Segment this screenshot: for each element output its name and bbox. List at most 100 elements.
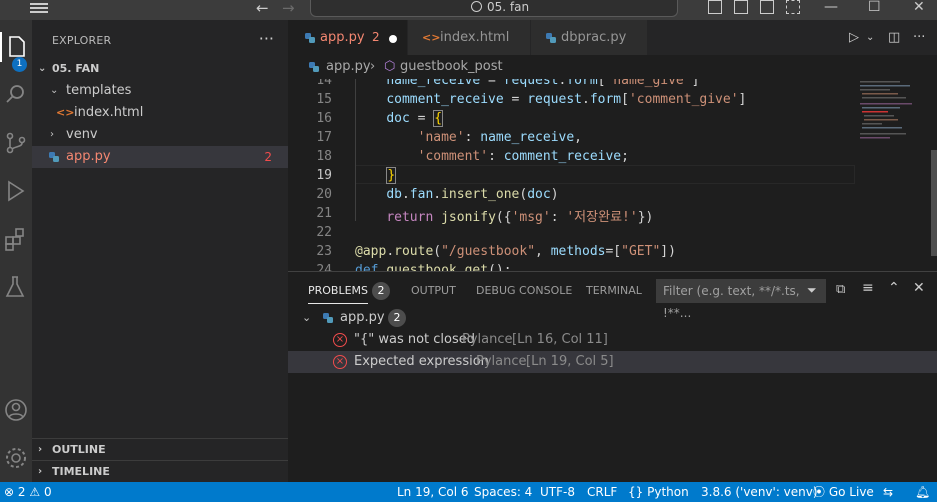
go-live[interactable]: ⦿ Go Live xyxy=(813,482,874,502)
explorer-badge: 1 xyxy=(12,57,27,72)
notifications-bell-icon[interactable]: 🔔︎ xyxy=(915,482,930,502)
code-editor[interactable]: 14 15 16 17 18 19 20 21 22 23 24 name_re… xyxy=(288,79,937,271)
line-number: 15 xyxy=(316,92,332,107)
folder-root-label: 05. FAN xyxy=(52,62,100,75)
folder-root[interactable]: ⌄ 05. FAN xyxy=(32,58,288,80)
back-arrow-icon[interactable]: ← xyxy=(256,0,269,16)
python-file-icon xyxy=(546,33,556,43)
line-number: 18 xyxy=(316,149,332,164)
extensions-activity[interactable] xyxy=(0,224,32,254)
timeline-section[interactable]: › TIMELINE xyxy=(32,460,288,482)
flask-icon xyxy=(5,276,25,297)
error-icon: × xyxy=(333,333,347,347)
tab-label: dbprac.py xyxy=(561,30,627,45)
explorer-activity[interactable]: 1 xyxy=(0,32,32,72)
line-number: 21 xyxy=(316,206,332,221)
tab-output[interactable]: OUTPUT xyxy=(411,284,456,297)
minimize-icon[interactable]: — xyxy=(824,0,838,14)
tree-item-label: venv xyxy=(66,127,98,142)
tree-item-app-py[interactable]: app.py 2 xyxy=(32,146,288,168)
tab-error-count: 2 xyxy=(372,30,380,44)
breadcrumb-symbol[interactable]: guestbook_post xyxy=(400,55,503,79)
feedback-icon[interactable]: ⇆ xyxy=(883,482,893,502)
maximize-icon[interactable]: ☐ xyxy=(868,0,881,14)
code-line: db.fan.insert_one(doc) xyxy=(386,187,559,202)
chevron-right-icon: › xyxy=(50,129,54,140)
tree-item-label: index.html xyxy=(74,105,144,120)
accounts-activity[interactable] xyxy=(0,395,32,425)
current-line-highlight xyxy=(355,165,855,184)
toggle-sidebar-icon[interactable] xyxy=(708,0,722,14)
source-control-activity[interactable] xyxy=(0,128,32,158)
testing-activity[interactable] xyxy=(0,272,32,302)
search-icon xyxy=(6,85,24,103)
code-line: def guestbook_get(): xyxy=(355,263,512,271)
forward-arrow-icon[interactable]: → xyxy=(282,0,295,16)
tree-item-label: app.py xyxy=(66,149,111,164)
function-symbol-icon: ⬡ xyxy=(384,59,396,74)
html-file-icon: <> xyxy=(56,106,75,119)
tab-problems[interactable]: PROBLEMS xyxy=(308,284,369,304)
problems-filter-input[interactable]: Filter (e.g. text, **/*.ts, !**... xyxy=(656,279,826,320)
breadcrumb-file[interactable]: app.py xyxy=(326,55,371,79)
tree-item-templates[interactable]: ⌄ templates xyxy=(32,80,288,102)
end-of-line[interactable]: CRLF xyxy=(587,482,617,502)
more-actions-icon[interactable]: ··· xyxy=(259,29,274,48)
command-center-search[interactable]: 05. fan xyxy=(310,0,678,17)
view-as-list-icon[interactable]: ≡ xyxy=(862,280,874,296)
go-live-label: Go Live xyxy=(828,485,874,499)
problem-file-group[interactable]: ⌄ app.py 2 xyxy=(288,307,937,329)
editor-scrollbar[interactable] xyxy=(931,150,937,256)
search-activity[interactable] xyxy=(0,80,32,110)
chevron-down-icon: ⌄ xyxy=(50,85,59,96)
language-label: Python xyxy=(647,485,689,499)
tab-dbprac-py[interactable]: dbprac.py xyxy=(531,20,647,55)
code-line: return jsonify({'msg': '저장완료!'}) xyxy=(386,210,654,225)
tree-item-venv[interactable]: › venv xyxy=(32,124,288,146)
collapse-all-icon[interactable]: ⧉ xyxy=(836,282,845,297)
problems-count-badge: 2 xyxy=(372,282,390,300)
encoding[interactable]: UTF-8 xyxy=(540,482,575,502)
error-icon: × xyxy=(333,355,347,369)
problem-message: Expected expression xyxy=(354,354,489,369)
outline-section[interactable]: › OUTLINE xyxy=(32,438,288,460)
tab-app-py[interactable]: app.py 2 xyxy=(288,20,407,55)
unsaved-dot-icon[interactable] xyxy=(389,35,397,43)
split-editor-icon[interactable]: ◫ xyxy=(888,30,900,45)
code-line: name_receive = request.form['name_give'] xyxy=(386,79,700,88)
menu-icon[interactable] xyxy=(30,1,48,15)
problem-item[interactable]: × Expected expression Pylance [Ln 19, Co… xyxy=(288,351,937,373)
toggle-panel-icon[interactable] xyxy=(734,0,748,14)
run-icon[interactable]: ▷ xyxy=(849,30,859,45)
toggle-secondary-sidebar-icon[interactable] xyxy=(760,0,774,14)
indentation[interactable]: Spaces: 4 xyxy=(474,482,532,502)
language-mode[interactable]: {} Python xyxy=(628,482,689,502)
chevron-down-icon: ⌄ xyxy=(302,311,312,324)
filter-icon[interactable]: ⏷ xyxy=(807,283,817,298)
more-actions-icon[interactable]: ··· xyxy=(913,30,925,45)
tab-index-html[interactable]: <> index.html xyxy=(408,20,530,55)
manage-activity[interactable] xyxy=(0,443,32,473)
braces-icon: {} xyxy=(628,485,644,499)
timeline-label: TIMELINE xyxy=(52,465,110,478)
chevron-down-icon: ⌄ xyxy=(38,63,47,74)
close-icon[interactable]: ✕ xyxy=(913,0,925,14)
customize-layout-icon[interactable] xyxy=(786,0,800,14)
tree-item-index-html[interactable]: <> index.html xyxy=(32,102,288,124)
tab-terminal[interactable]: TERMINAL xyxy=(586,284,642,297)
maximize-panel-icon[interactable]: ⌃ xyxy=(888,280,900,296)
python-interpreter[interactable]: 3.8.6 ('venv': venv) xyxy=(701,482,818,502)
source-control-icon xyxy=(6,132,26,154)
problem-item[interactable]: × "{" was not closed Pylance [Ln 16, Col… xyxy=(288,329,937,351)
run-debug-activity[interactable] xyxy=(0,176,32,206)
code-line: } xyxy=(386,167,397,184)
tab-debug-console[interactable]: DEBUG CONSOLE xyxy=(476,284,572,297)
chevron-down-icon[interactable]: ⌄ xyxy=(866,32,874,43)
account-icon xyxy=(5,399,27,421)
errors-warnings[interactable]: ⊗ 2 ⚠ 0 xyxy=(4,482,52,502)
cursor-position[interactable]: Ln 19, Col 6 xyxy=(397,482,469,502)
close-panel-icon[interactable]: ✕ xyxy=(913,280,925,296)
minimap[interactable] xyxy=(858,79,918,159)
code-line: 'comment': comment_receive; xyxy=(417,149,629,164)
search-icon xyxy=(471,1,482,12)
